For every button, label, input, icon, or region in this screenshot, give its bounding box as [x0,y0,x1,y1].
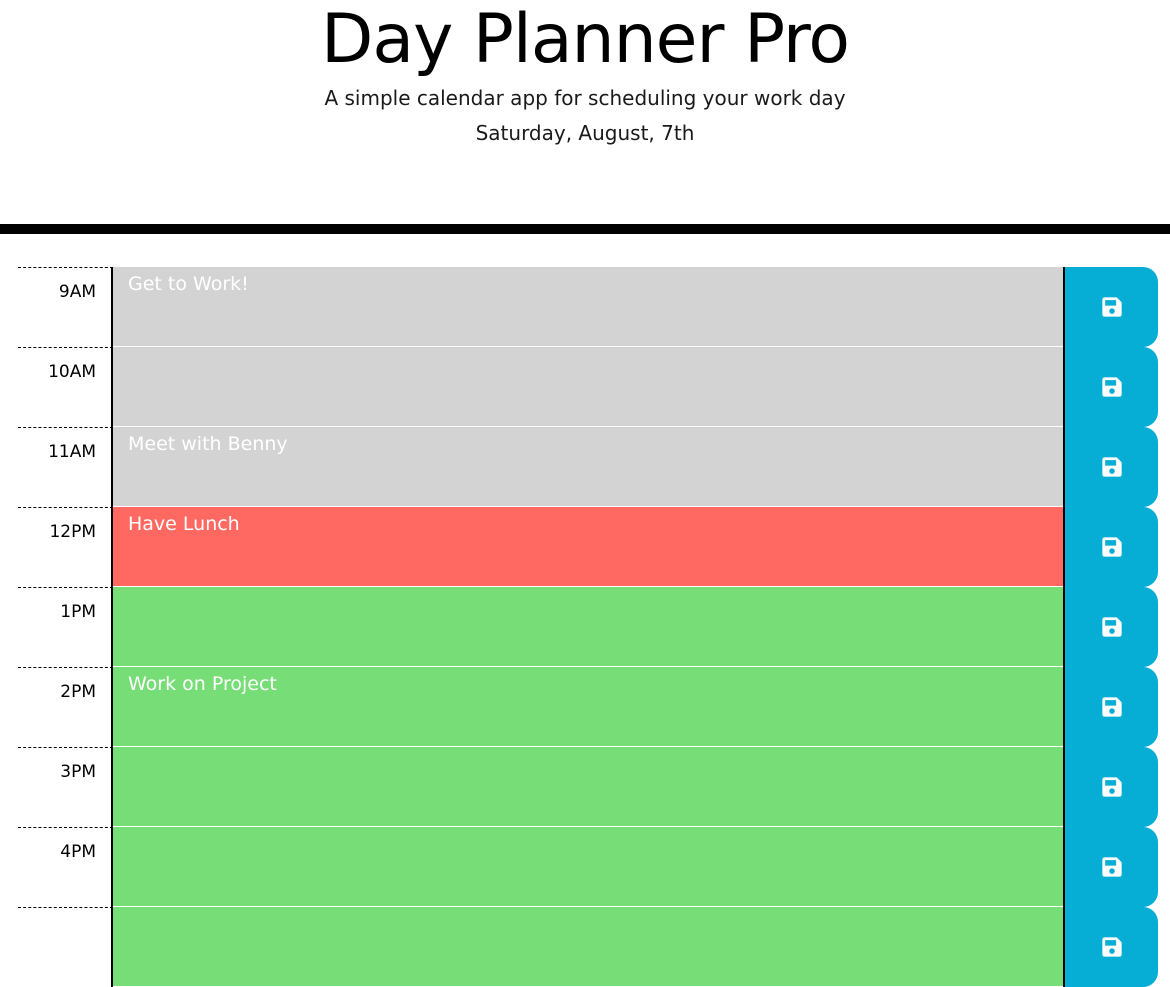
page-title: Day Planner Pro [321,0,850,79]
save-icon [1101,377,1122,397]
task-input[interactable]: Have Lunch [113,507,1063,587]
save-icon [1101,297,1122,317]
save-button[interactable] [1063,587,1158,667]
task-input[interactable] [113,587,1063,667]
hour-label: 4PM [18,827,113,907]
task-input[interactable] [113,907,1063,987]
save-icon [1101,617,1122,637]
save-icon [1101,697,1122,717]
hour-label: 11AM [18,427,113,507]
hour-label: 10AM [18,347,113,427]
save-button[interactable] [1063,827,1158,907]
hour-label: 3PM [18,747,113,827]
current-date: Saturday, August, 7th [475,121,695,145]
save-icon [1101,537,1122,557]
task-input[interactable] [113,747,1063,827]
time-block-row: 3PM [18,747,1160,827]
time-block-row: 12PM Have Lunch [18,507,1160,587]
time-block-list: 9AM Get to Work! 10AM 11AM Meet with Ben… [18,267,1160,987]
hour-label: 1PM [18,587,113,667]
save-icon [1101,457,1122,477]
save-button[interactable] [1063,507,1158,587]
time-block-row: 11AM Meet with Benny [18,427,1160,507]
hour-label [18,907,113,987]
hour-label: 9AM [18,267,113,347]
save-icon [1101,937,1122,957]
header: Day Planner Pro A simple calendar app fo… [0,0,1170,234]
save-button[interactable] [1063,667,1158,747]
save-button[interactable] [1063,267,1158,347]
save-icon [1101,777,1122,797]
hour-label: 2PM [18,667,113,747]
time-block-row: 1PM [18,587,1160,667]
task-input[interactable]: Work on Project [113,667,1063,747]
task-input[interactable] [113,827,1063,907]
hour-label: 12PM [18,507,113,587]
save-button[interactable] [1063,427,1158,507]
time-block-row: 4PM [18,827,1160,907]
save-button[interactable] [1063,347,1158,427]
time-block-row: 10AM [18,347,1160,427]
time-block-row [18,907,1160,987]
task-input[interactable]: Meet with Benny [113,427,1063,507]
subtitle: A simple calendar app for scheduling you… [324,86,846,110]
save-button[interactable] [1063,907,1158,987]
time-block-row: 2PM Work on Project [18,667,1160,747]
save-button[interactable] [1063,747,1158,827]
task-input[interactable] [113,347,1063,427]
time-block-row: 9AM Get to Work! [18,267,1160,347]
save-icon [1101,857,1122,877]
task-input[interactable]: Get to Work! [113,267,1063,347]
